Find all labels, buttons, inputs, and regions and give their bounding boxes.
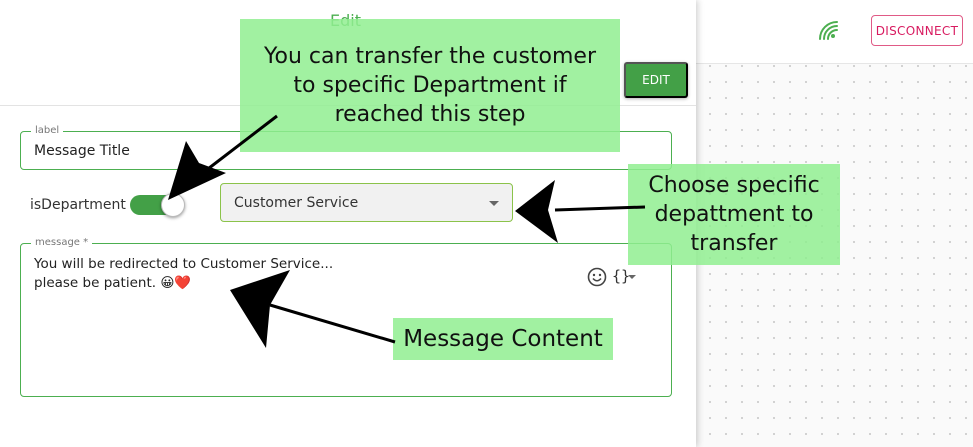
label-field-legend: label [31,125,64,136]
message-line-2: please be patient. 😀❤️ [34,275,192,291]
dropdown-caret-icon [489,201,499,206]
toggle-knob[interactable] [161,193,185,217]
callout-message: Message Content [393,318,613,360]
label-field-value: Message Title [34,143,130,159]
emoji-icon[interactable] [587,267,607,287]
is-department-label: isDepartment [30,197,126,213]
message-field-legend: message * [31,237,93,248]
callout-department: You can transfer the customer to specifi… [240,19,620,152]
department-select[interactable]: Customer Service [220,183,513,222]
disconnect-button[interactable]: DISCONNECT [871,15,963,46]
department-select-value: Customer Service [234,195,359,211]
wifi-icon [819,21,838,40]
message-text: You will be redirected to Customer Servi… [34,255,333,293]
message-line-1: You will be redirected to Customer Servi… [34,256,334,272]
callout-select: Choose specific depattment to transfer [628,164,840,265]
edit-button[interactable]: EDIT [624,62,688,98]
braces-caret-icon[interactable] [628,275,636,279]
